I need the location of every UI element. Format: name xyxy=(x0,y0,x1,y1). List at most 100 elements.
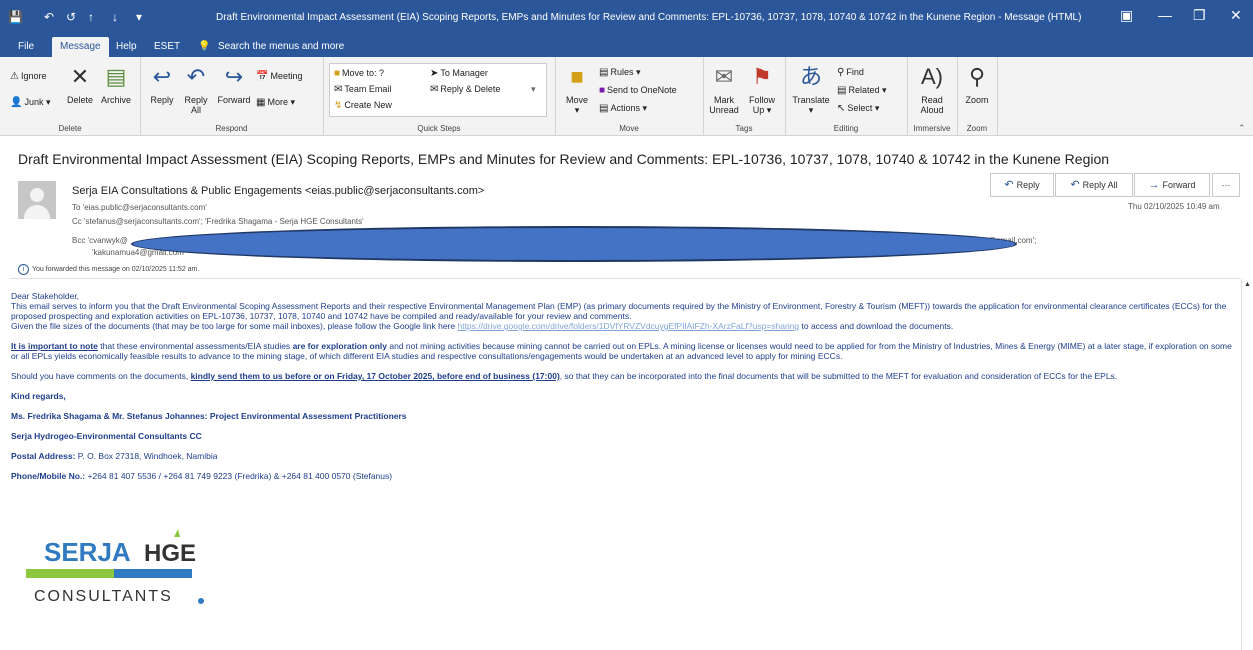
group-label-move: Move xyxy=(619,124,639,133)
select-button[interactable]: ↖ Select ▾ xyxy=(837,103,879,114)
ribbon-tabs: File Message Help ESET 💡 Search the menu… xyxy=(0,37,1253,57)
zoom-icon: ⚲ xyxy=(968,64,986,89)
quick-step-to-manager[interactable]: ➤ To Manager xyxy=(430,68,488,79)
paragraph-1: This email serves to inform you that the… xyxy=(11,301,1227,321)
save-icon[interactable]: 💾 xyxy=(8,10,23,24)
scrollbar[interactable]: ▲ xyxy=(1241,279,1253,650)
bcc-line: Bcc 'cvanwyk@ xyxy=(72,236,128,245)
mark-unread-button[interactable]: Mark Unread xyxy=(707,95,741,115)
group-label-quick-steps: Quick Steps xyxy=(417,124,461,133)
collapse-ribbon-icon[interactable]: ⌃ xyxy=(1238,123,1246,133)
minimize-icon[interactable]: — xyxy=(1158,7,1172,23)
group-zoom: ⚲ Zoom Zoom xyxy=(957,57,998,135)
quick-step-reply-delete[interactable]: ✉ Reply & Delete xyxy=(430,84,500,95)
quick-step-team-email[interactable]: ✉ Team Email xyxy=(334,84,391,95)
forward-button[interactable]: Forward xyxy=(216,95,252,105)
translate-button[interactable]: Translate ▾ xyxy=(789,95,833,115)
more-icon: ▦ xyxy=(256,97,266,108)
quick-steps-expand-icon[interactable]: ▾ xyxy=(531,84,536,94)
rules-icon: ▤ xyxy=(599,67,609,78)
group-respond: ↩ Reply ↶ Reply All ↪ Forward 📅 Meeting ▦ M… xyxy=(140,57,324,135)
forwarded-note: i You forwarded this message on 02/10/202… xyxy=(18,264,199,275)
forward-icon: ↪ xyxy=(224,64,244,89)
archive-button[interactable]: Archive xyxy=(98,95,134,105)
group-tags: ✉ Mark Unread ⚑ Follow Up ▾ Tags xyxy=(703,57,786,135)
logo-hge: HGE xyxy=(144,540,196,567)
reply-arrow-icon: ↶ xyxy=(1004,179,1014,191)
delete-button[interactable]: Delete xyxy=(62,95,98,105)
search-menus[interactable]: Search the menus and more xyxy=(218,37,344,57)
redo-icon[interactable]: ↺ xyxy=(66,10,76,24)
reply-action-button[interactable]: ↶ Reply xyxy=(990,173,1054,197)
folder-icon: ■ xyxy=(334,68,341,79)
rules-button[interactable]: ▤ Rules ▾ xyxy=(599,67,641,78)
move-button[interactable]: Move ▾ xyxy=(561,95,593,115)
paragraph-1b: Given the file sizes of the documents (t… xyxy=(11,321,954,331)
regards: Kind regards, xyxy=(11,391,66,401)
logo-green-bar xyxy=(26,569,114,578)
reply-all-icon: ↶ xyxy=(186,64,206,89)
arrow-down-icon[interactable]: ↓ xyxy=(112,10,118,24)
quick-step-create-new[interactable]: ↯ Create New xyxy=(334,100,392,111)
follow-up-button[interactable]: Follow Up ▾ xyxy=(745,95,779,115)
ribbon-display-icon[interactable]: ▣ xyxy=(1120,7,1133,24)
window-title: Draft Environmental Impact Assessment (E… xyxy=(216,12,1082,23)
group-label-immersive: Immersive xyxy=(913,124,951,133)
ignore-button[interactable]: ⚠ Ignore xyxy=(10,71,47,82)
reply-button[interactable]: Reply xyxy=(146,95,178,105)
zoom-button[interactable]: Zoom xyxy=(959,95,995,105)
lightbulb-icon: 💡 xyxy=(198,41,211,52)
forward-arrow-icon: → xyxy=(1148,179,1160,191)
google-drive-link[interactable]: https://drive.google.com/drive/folders/1… xyxy=(457,321,799,331)
reply-all-arrow-icon: ↶ xyxy=(1070,179,1080,191)
logo-blue-bar xyxy=(114,569,192,578)
archive-icon: ▤ xyxy=(105,64,127,89)
info-icon: i xyxy=(18,264,29,275)
tab-eset[interactable]: ESET xyxy=(154,37,180,57)
group-move: ■ Move ▾ ▤ Rules ▾ ■ Send to OneNote ▤ Actio… xyxy=(555,57,704,135)
message-subject: Draft Environmental Impact Assessment (E… xyxy=(18,151,1110,167)
greeting: Dear Stakeholder, xyxy=(11,291,80,301)
signature-postal: Postal Address: P. O. Box 27318, Windhoe… xyxy=(11,451,218,461)
actions-icon: ▤ xyxy=(599,103,609,114)
cc-line: Cc 'stefanus@serjaconsultants.com'; 'Fre… xyxy=(72,217,364,226)
meeting-button[interactable]: 📅 Meeting xyxy=(256,71,302,82)
forward-action-button[interactable]: → Forward xyxy=(1134,173,1210,197)
related-button[interactable]: ▤ Related ▾ xyxy=(837,85,887,96)
quick-step-move-to[interactable]: ■ Move to: ? xyxy=(334,68,384,79)
reply-all-button[interactable]: Reply All xyxy=(180,95,212,115)
tab-help[interactable]: Help xyxy=(116,37,137,57)
more-actions-button[interactable]: ··· xyxy=(1212,173,1240,197)
logo-serja: SERJA xyxy=(44,537,131,567)
ignore-icon: ⚠ xyxy=(10,71,19,82)
customize-qat-icon[interactable]: ▾ xyxy=(136,10,142,24)
tab-file[interactable]: File xyxy=(18,37,34,57)
paragraph-3: Should you have comments on the document… xyxy=(11,371,1118,381)
tab-message[interactable]: Message xyxy=(52,37,109,57)
meeting-icon: 📅 xyxy=(256,71,269,82)
group-label-zoom: Zoom xyxy=(966,124,988,133)
send-to-onenote-button[interactable]: ■ Send to OneNote xyxy=(599,85,677,96)
flag-icon: ⚑ xyxy=(752,64,772,89)
close-icon[interactable]: ✕ xyxy=(1230,7,1242,24)
avatar xyxy=(18,181,56,219)
restore-icon[interactable]: ❐ xyxy=(1193,7,1206,24)
quick-steps-gallery: ■ Move to: ? ✉ Team Email ↯ Create New ➤ To … xyxy=(329,63,547,117)
title-bar: 💾 ↶ ↺ ↑ ↓ ▾ Draft Environmental Impact A… xyxy=(0,0,1253,37)
read-aloud-button[interactable]: Read Aloud xyxy=(913,95,951,115)
reply-delete-icon: ✉ xyxy=(430,84,439,95)
undo-icon[interactable]: ↶ xyxy=(44,10,54,24)
group-editing: あ Translate ▾ ⚲ Find ▤ Related ▾ ↖ Select ▾ … xyxy=(785,57,908,135)
find-button[interactable]: ⚲ Find xyxy=(837,67,864,78)
scroll-up-icon[interactable]: ▲ xyxy=(1244,281,1251,288)
arrow-up-icon[interactable]: ↑ xyxy=(88,10,94,24)
sender[interactable]: Serja EIA Consultations & Public Engagem… xyxy=(72,185,484,197)
more-respond-button[interactable]: ▦ More ▾ xyxy=(256,97,295,108)
group-label-respond: Respond xyxy=(215,124,248,133)
reply-all-action-button[interactable]: ↶ Reply All xyxy=(1055,173,1133,197)
junk-button[interactable]: 👤 Junk ▾ xyxy=(10,97,51,108)
signature-names: Ms. Fredrika Shagama & Mr. Stefanus Joha… xyxy=(11,411,407,421)
serja-hge-logo: SERJA HGE CONSULTANTS xyxy=(26,529,204,605)
actions-button[interactable]: ▤ Actions ▾ xyxy=(599,103,647,114)
group-delete: ⚠ Ignore 👤 Junk ▾ ✕ Delete ▤ Archive Delet… xyxy=(0,57,141,135)
